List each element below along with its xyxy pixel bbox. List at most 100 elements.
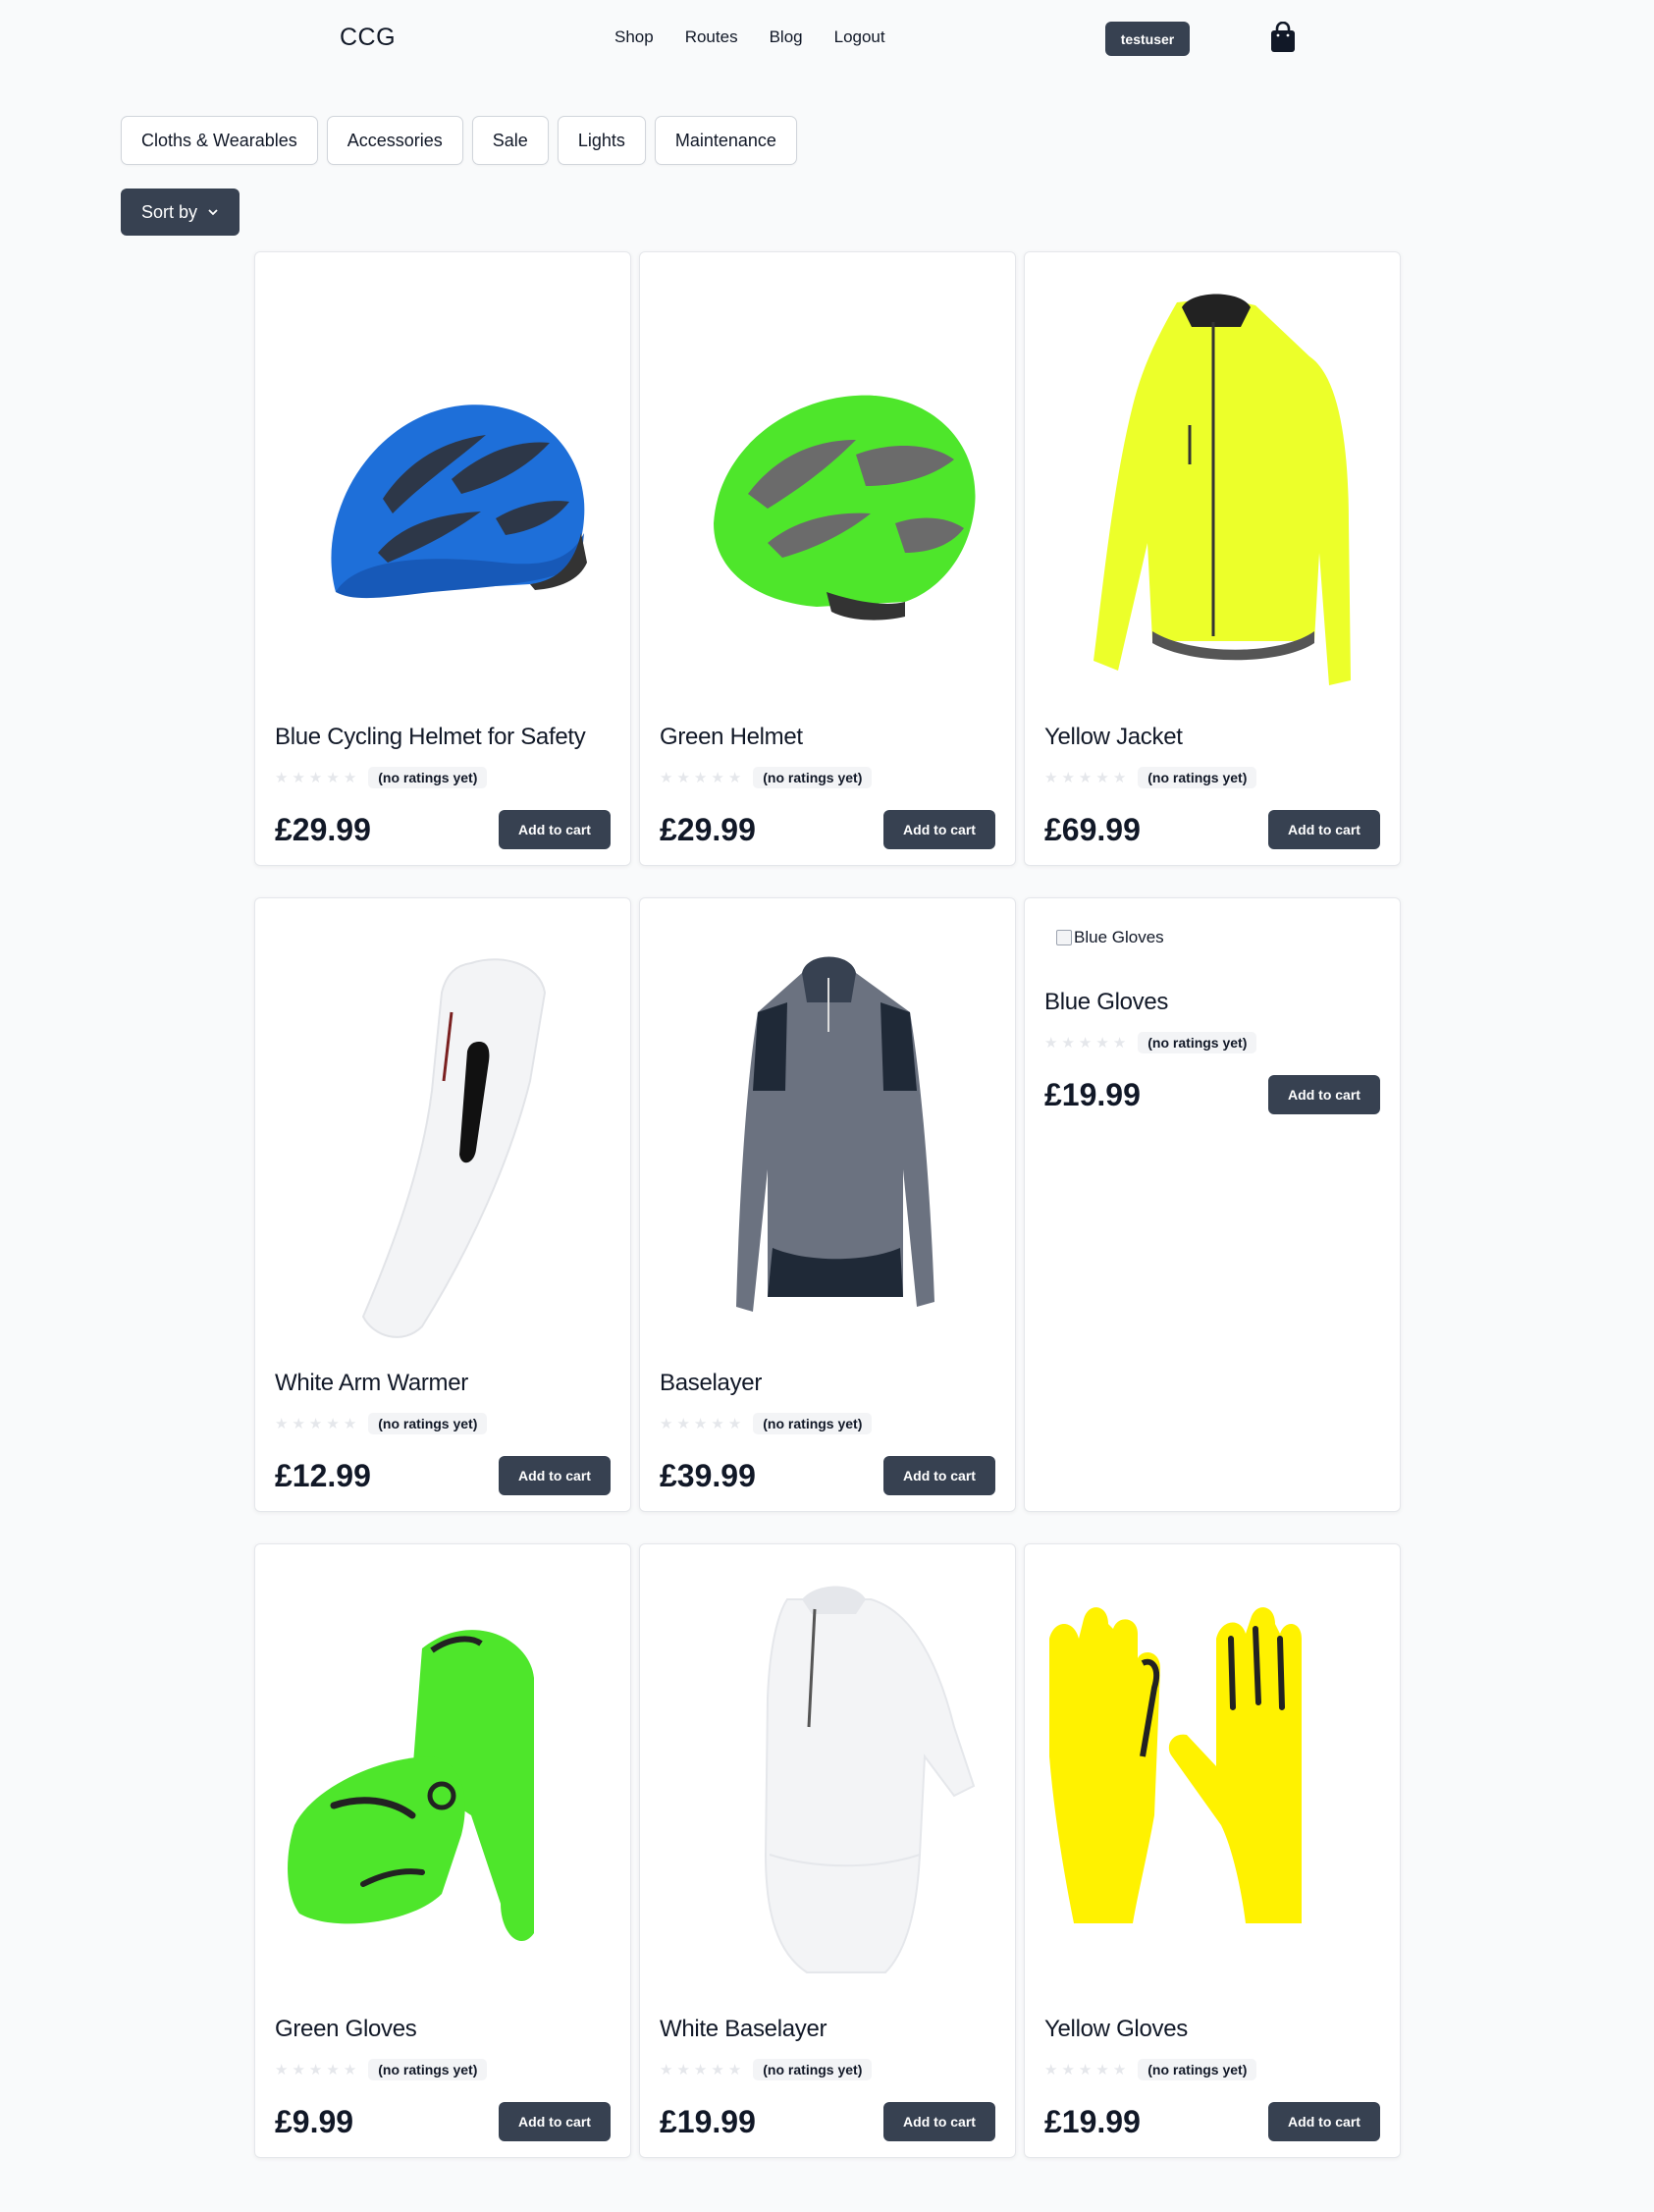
logo[interactable]: CCG <box>340 24 396 52</box>
product-info: White Baselayer ★ ★ ★ ★ ★ (no ratings yet) £… <box>660 2016 995 2141</box>
filter-sale[interactable]: Sale <box>471 116 549 165</box>
product-name[interactable]: Blue Cycling Helmet for Safety <box>275 724 611 757</box>
product-price: £69.99 <box>1044 811 1141 847</box>
product-image[interactable] <box>660 268 997 726</box>
no-ratings-badge: (no ratings yet) <box>753 767 873 788</box>
filter-lights[interactable]: Lights <box>557 116 646 165</box>
product-price: £29.99 <box>275 811 371 847</box>
product-card: Yellow Gloves ★ ★ ★ ★ ★ (no ratings yet) £19… <box>1024 1543 1401 2158</box>
yellow-gloves-image <box>1049 1607 1302 1923</box>
rating-row: ★ ★ ★ ★ ★ (no ratings yet) <box>1044 765 1380 790</box>
product-image[interactable] <box>275 268 613 726</box>
price-row: £12.99 Add to cart <box>275 1456 611 1495</box>
star-rating[interactable]: ★ ★ ★ ★ ★ <box>1044 1036 1126 1051</box>
product-info: White Arm Warmer ★ ★ ★ ★ ★ (no ratings yet) … <box>275 1370 611 1495</box>
nav-logout-link[interactable]: Logout <box>834 27 885 47</box>
rating-row: ★ ★ ★ ★ ★ (no ratings yet) <box>275 1411 611 1436</box>
product-image[interactable] <box>660 1560 997 2018</box>
product-info: Green Helmet ★ ★ ★ ★ ★ (no ratings yet) £29.… <box>660 724 995 849</box>
add-to-cart-button[interactable]: Add to cart <box>883 810 995 849</box>
add-to-cart-button[interactable]: Add to cart <box>1268 2102 1380 2141</box>
rating-row: ★ ★ ★ ★ ★ (no ratings yet) <box>275 765 611 790</box>
add-to-cart-button[interactable]: Add to cart <box>499 1456 611 1495</box>
star-rating[interactable]: ★ ★ ★ ★ ★ <box>660 1417 741 1431</box>
product-card: White Arm Warmer ★ ★ ★ ★ ★ (no ratings yet) … <box>254 897 631 1512</box>
star-rating[interactable]: ★ ★ ★ ★ ★ <box>275 771 356 785</box>
add-to-cart-button[interactable]: Add to cart <box>883 1456 995 1495</box>
product-image[interactable] <box>275 1560 613 2018</box>
product-info: Green Gloves ★ ★ ★ ★ ★ (no ratings yet) £9.9… <box>275 2016 611 2141</box>
product-price: £12.99 <box>275 1457 371 1493</box>
add-to-cart-button[interactable]: Add to cart <box>1268 810 1380 849</box>
product-price: £29.99 <box>660 811 756 847</box>
shopping-bag-icon[interactable] <box>1269 22 1297 53</box>
filter-maintenance[interactable]: Maintenance <box>654 116 797 165</box>
rating-row: ★ ★ ★ ★ ★ (no ratings yet) <box>660 2057 995 2082</box>
product-card: Blue Gloves Blue Gloves ★ ★ ★ ★ ★ (no rating… <box>1024 897 1401 1512</box>
no-ratings-badge: (no ratings yet) <box>368 1413 488 1434</box>
rating-row: ★ ★ ★ ★ ★ (no ratings yet) <box>660 1411 995 1436</box>
price-row: £69.99 Add to cart <box>1044 810 1380 849</box>
add-to-cart-button[interactable]: Add to cart <box>499 2102 611 2141</box>
product-name[interactable]: Blue Gloves <box>1044 989 1380 1022</box>
add-to-cart-button[interactable]: Add to cart <box>1268 1075 1380 1114</box>
no-ratings-badge: (no ratings yet) <box>1138 767 1257 788</box>
no-ratings-badge: (no ratings yet) <box>368 767 488 788</box>
nav-shop-link[interactable]: Shop <box>614 27 654 47</box>
product-price: £19.99 <box>1044 1076 1141 1112</box>
rating-row: ★ ★ ★ ★ ★ (no ratings yet) <box>1044 2057 1380 2082</box>
product-price: £39.99 <box>660 1457 756 1493</box>
broken-product-image[interactable]: Blue Gloves <box>1056 928 1164 947</box>
product-name[interactable]: White Arm Warmer <box>275 1370 611 1403</box>
product-image[interactable] <box>660 914 997 1372</box>
chevron-down-icon <box>208 209 218 216</box>
star-rating[interactable]: ★ ★ ★ ★ ★ <box>660 771 741 785</box>
no-ratings-badge: (no ratings yet) <box>753 1413 873 1434</box>
product-image[interactable] <box>1044 268 1382 726</box>
product-price: £19.99 <box>1044 2103 1141 2139</box>
no-ratings-badge: (no ratings yet) <box>368 2059 488 2080</box>
product-info: Blue Cycling Helmet for Safety ★ ★ ★ ★ ★ (no… <box>275 724 611 849</box>
product-name[interactable]: Green Gloves <box>275 2016 611 2049</box>
product-name[interactable]: Baselayer <box>660 1370 995 1403</box>
blue-helmet-image <box>331 405 587 599</box>
star-rating[interactable]: ★ ★ ★ ★ ★ <box>275 2063 356 2077</box>
product-name[interactable]: Yellow Jacket <box>1044 724 1380 757</box>
product-card: White Baselayer ★ ★ ★ ★ ★ (no ratings yet) £… <box>639 1543 1016 2158</box>
product-info: Blue Gloves ★ ★ ★ ★ ★ (no ratings yet) £19.9… <box>1044 989 1380 1114</box>
baselayer-image <box>736 956 934 1312</box>
product-name[interactable]: Yellow Gloves <box>1044 2016 1380 2049</box>
user-account-button[interactable]: testuser <box>1105 22 1190 56</box>
rating-row: ★ ★ ★ ★ ★ (no ratings yet) <box>275 2057 611 2082</box>
main-nav: Shop Routes Blog Logout <box>614 27 885 47</box>
green-gloves-image <box>288 1630 534 1942</box>
no-ratings-badge: (no ratings yet) <box>1138 2059 1257 2080</box>
product-name[interactable]: White Baselayer <box>660 2016 995 2049</box>
add-to-cart-button[interactable]: Add to cart <box>883 2102 995 2141</box>
green-helmet-image <box>714 395 976 620</box>
filter-cloths-wearables[interactable]: Cloths & Wearables <box>121 116 318 165</box>
nav-routes-link[interactable]: Routes <box>685 27 738 47</box>
sort-by-label: Sort by <box>140 201 198 222</box>
filter-accessories[interactable]: Accessories <box>326 116 463 165</box>
price-row: £9.99 Add to cart <box>275 2102 611 2141</box>
product-image[interactable] <box>1044 1560 1382 2018</box>
star-rating[interactable]: ★ ★ ★ ★ ★ <box>275 1417 356 1431</box>
price-row: £29.99 Add to cart <box>275 810 611 849</box>
white-arm-warmer-image <box>361 958 547 1338</box>
site-header: CCG Shop Routes Blog Logout testuser <box>0 0 1654 79</box>
product-price: £9.99 <box>275 2103 354 2139</box>
product-name[interactable]: Green Helmet <box>660 724 995 757</box>
price-row: £19.99 Add to cart <box>660 2102 995 2141</box>
no-ratings-badge: (no ratings yet) <box>753 2059 873 2080</box>
nav-blog-link[interactable]: Blog <box>770 27 803 47</box>
add-to-cart-button[interactable]: Add to cart <box>499 810 611 849</box>
star-rating[interactable]: ★ ★ ★ ★ ★ <box>1044 771 1126 785</box>
product-info: Baselayer ★ ★ ★ ★ ★ (no ratings yet) £39.99 … <box>660 1370 995 1495</box>
product-card: Green Helmet ★ ★ ★ ★ ★ (no ratings yet) £29.… <box>639 251 1016 866</box>
broken-image-icon <box>1056 930 1072 945</box>
sort-by-dropdown[interactable]: Sort by <box>121 189 240 236</box>
star-rating[interactable]: ★ ★ ★ ★ ★ <box>1044 2063 1126 2077</box>
product-image[interactable] <box>275 914 613 1372</box>
star-rating[interactable]: ★ ★ ★ ★ ★ <box>660 2063 741 2077</box>
